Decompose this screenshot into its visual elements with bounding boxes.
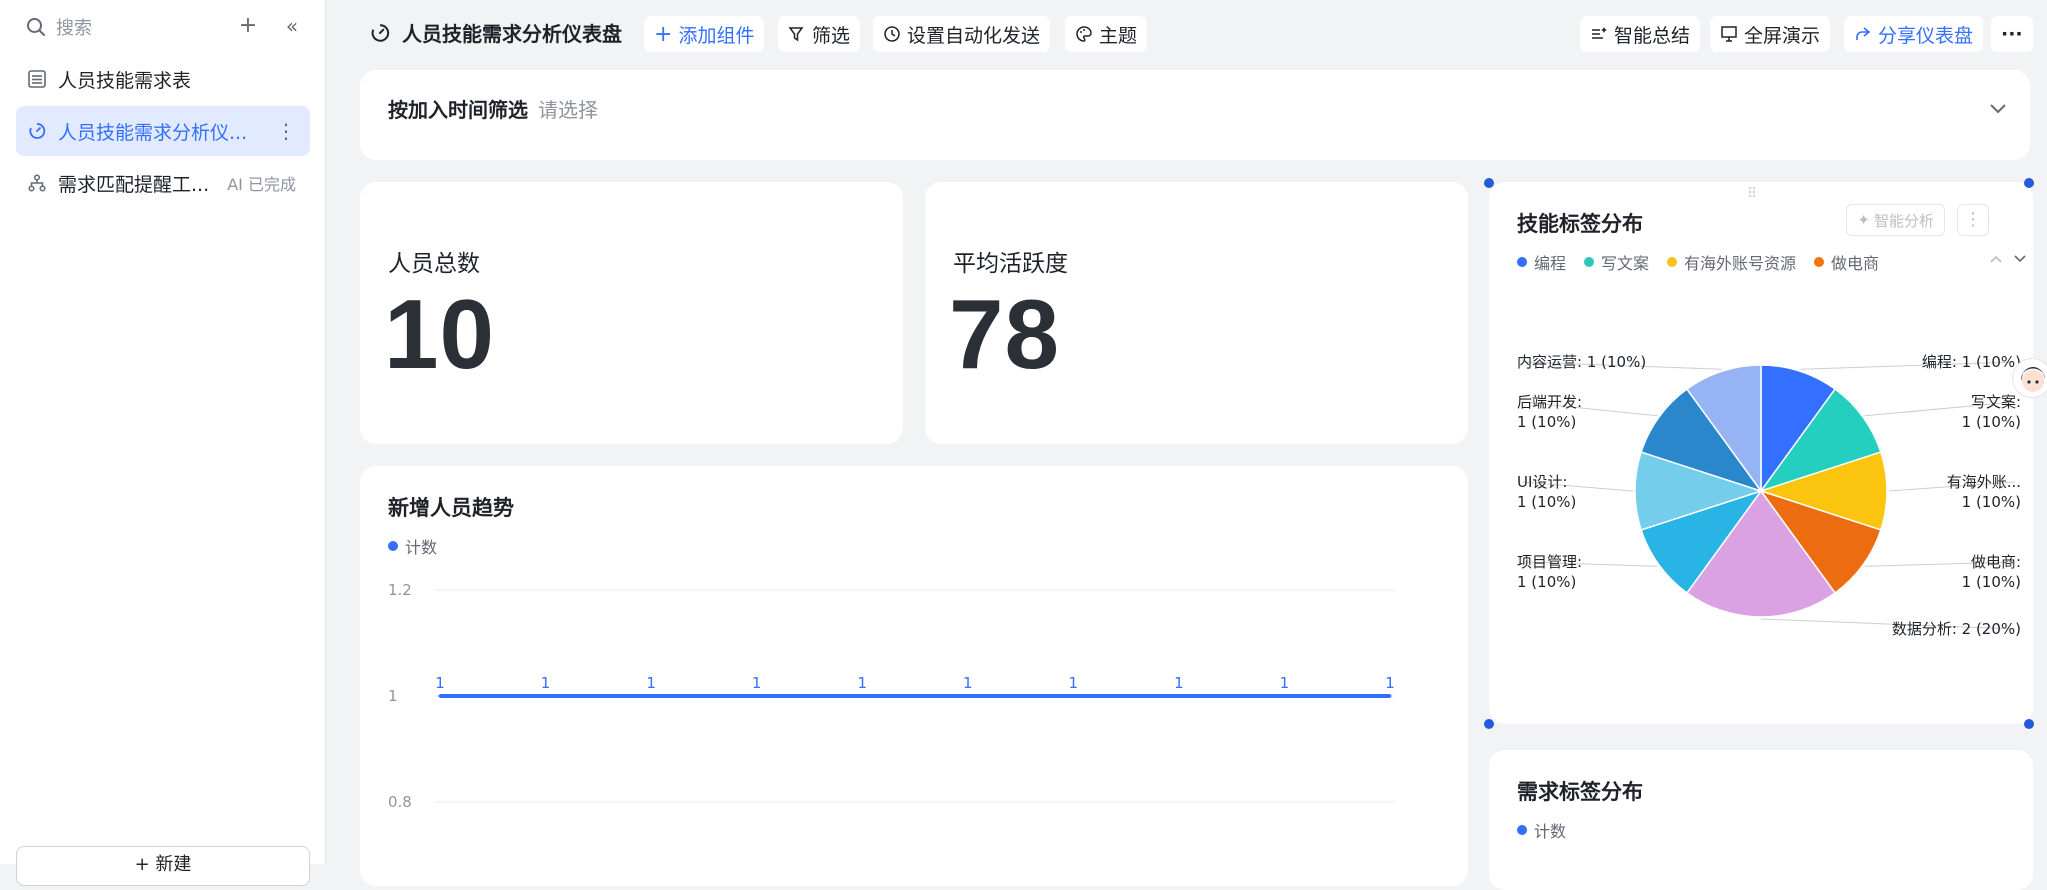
- smart-summary-button[interactable]: 智能总结: [1580, 16, 1701, 52]
- sidebar: 搜索 + « 人员技能需求表 人员技能需求分析仪... ⋮ 需求匹配提醒工...…: [0, 0, 326, 886]
- data-point: [438, 694, 442, 698]
- more-vertical-icon[interactable]: ⋮: [276, 119, 296, 143]
- more-button[interactable]: ···: [1991, 16, 2033, 52]
- search-input[interactable]: 搜索: [56, 14, 92, 40]
- page-title: 人员技能需求分析仪表盘: [370, 18, 622, 47]
- sidebar-item-label: 人员技能需求分析仪...: [58, 121, 248, 144]
- line-chart: 1.2 1 0.8 1 1 1 1 1 1 1 1 1 1: [388, 581, 1395, 811]
- trend-chart-card: 新增人员趋势 计数 1.2 1 0.8 1 1 1 1 1 1 1 1 1 1: [360, 466, 1468, 886]
- data-point: [1177, 694, 1181, 698]
- add-widget-button[interactable]: + 添加组件: [644, 16, 765, 52]
- theme-button[interactable]: 主题: [1065, 16, 1148, 52]
- sidebar-item-workflow[interactable]: 需求匹配提醒工... AI 已完成: [16, 158, 310, 208]
- sidebar-item-table[interactable]: 人员技能需求表: [16, 54, 310, 104]
- search-icon: [27, 18, 45, 36]
- filter-label: 按加入时间筛选: [388, 98, 528, 122]
- resize-handle[interactable]: [2024, 178, 2034, 188]
- slice-label: UI设计:: [1517, 473, 1567, 491]
- data-point: [544, 694, 548, 698]
- data-point: [1388, 694, 1392, 698]
- plus-icon: +: [654, 21, 673, 47]
- slice-label: 写文案:: [1971, 393, 2021, 411]
- clock-icon: [884, 26, 900, 42]
- slice-label: 做电商:: [1971, 553, 2021, 571]
- assistant-avatar[interactable]: [2012, 358, 2047, 398]
- data-label: 1: [541, 674, 551, 692]
- y-tick-label: 1.2: [388, 581, 412, 599]
- slice-label: 1 (10%): [1962, 493, 2021, 511]
- assistant-face-icon: [2020, 366, 2045, 392]
- slice-label: 后端开发:: [1517, 393, 1582, 411]
- fullscreen-button[interactable]: 全屏演示: [1710, 16, 1831, 52]
- data-label: 1: [1174, 674, 1184, 692]
- y-tick-label: 0.8: [388, 793, 412, 811]
- collapse-sidebar-icon[interactable]: «: [280, 14, 304, 38]
- data-point: [649, 694, 653, 698]
- ai-status-badge: AI 已完成: [227, 175, 296, 194]
- slice-label: 1 (10%): [1517, 413, 1576, 431]
- pie-chart: 编程: 1 (10%) 写文案: 1 (10%) 有海外账... 1 (10%) 做电商:…: [1517, 353, 2021, 638]
- sidebar-item-label: 需求匹配提醒工...: [58, 173, 210, 196]
- data-label: 1: [752, 674, 762, 692]
- needs-pie-card: 需求标签分布 计数: [1489, 750, 2033, 890]
- slice-label: 数据分析: 2 (20%): [1892, 620, 2021, 638]
- sidebar-search[interactable]: 搜索: [26, 12, 316, 42]
- new-button[interactable]: + 新建: [16, 846, 310, 886]
- time-filter-card: 按加入时间筛选 请选择: [360, 70, 2030, 160]
- resize-handle[interactable]: [2024, 719, 2034, 729]
- filter-button[interactable]: 筛选: [778, 16, 861, 52]
- slice-label: 有海外账...: [1947, 473, 2021, 491]
- chevron-down-icon[interactable]: [1988, 102, 2008, 116]
- data-label: 1: [435, 674, 445, 692]
- data-point: [966, 694, 970, 698]
- chart-title: 需求标签分布: [1517, 780, 1643, 804]
- chart-legend: 计数: [1517, 818, 1566, 842]
- dashboard-icon: [29, 123, 46, 139]
- data-point: [1071, 694, 1075, 698]
- data-label: 1: [963, 674, 973, 692]
- y-tick-label: 1: [388, 687, 398, 705]
- resize-handle[interactable]: [1484, 719, 1494, 729]
- data-label: 1: [1069, 674, 1079, 692]
- add-icon[interactable]: +: [236, 14, 260, 38]
- slice-label: 1 (10%): [1517, 493, 1576, 511]
- skills-pie-card[interactable]: ⠿ 技能标签分布 ✦ 智能分析 ⋮ 编程 写文案 有海外账号资源 做电商 编程:…: [1489, 182, 2033, 724]
- slice-label: 内容运营: 1 (10%): [1517, 353, 1646, 371]
- stat-title: 人员总数: [388, 251, 480, 277]
- palette-icon: [1076, 26, 1092, 42]
- table-icon: [28, 70, 46, 88]
- stat-card-activity: 平均活跃度 78: [925, 182, 1468, 444]
- data-point: [860, 694, 864, 698]
- workflow-icon: [28, 174, 46, 192]
- stat-title: 平均活跃度: [953, 251, 1068, 277]
- slice-label: 编程: 1 (10%): [1922, 353, 2021, 371]
- dashboard-icon: [371, 23, 390, 42]
- slice-label: 1 (10%): [1962, 413, 2021, 431]
- data-point: [755, 694, 759, 698]
- top-toolbar: 人员技能需求分析仪表盘 + 添加组件 筛选 设置自动化发送 主题 智能总结 全屏…: [326, 0, 2047, 68]
- sidebar-item-label: 人员技能需求表: [58, 69, 192, 92]
- presentation-icon: [1721, 26, 1737, 42]
- share-dashboard-button[interactable]: 分享仪表盘: [1844, 16, 1984, 52]
- slice-label: 项目管理:: [1517, 553, 1582, 571]
- summary-icon: [1592, 27, 1607, 39]
- data-label: 1: [1280, 674, 1290, 692]
- auto-send-button[interactable]: 设置自动化发送: [873, 16, 1051, 52]
- legend-dot: [1517, 825, 1527, 835]
- filter-icon: [788, 27, 804, 42]
- data-label: 1: [646, 674, 656, 692]
- data-label: 1: [1385, 674, 1395, 692]
- share-icon: [1856, 27, 1871, 40]
- data-label: 1: [857, 674, 867, 692]
- slice-label: 1 (10%): [1517, 573, 1576, 591]
- stat-card-total: 人员总数 10: [360, 182, 903, 444]
- filter-select[interactable]: 请选择: [538, 94, 598, 123]
- slice-label: 1 (10%): [1962, 573, 2021, 591]
- data-point: [1282, 694, 1286, 698]
- resize-handle[interactable]: [1484, 178, 1494, 188]
- sidebar-item-dashboard[interactable]: 人员技能需求分析仪... ⋮: [16, 106, 310, 156]
- stat-value: 10: [384, 279, 496, 389]
- stat-value: 78: [949, 279, 1061, 389]
